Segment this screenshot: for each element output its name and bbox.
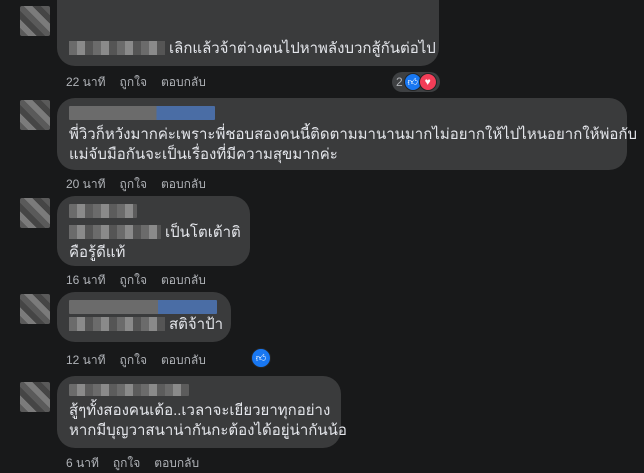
comment-bubble: สติจ้าป้า	[57, 292, 231, 342]
comment-text: เลิกแล้วจ้าต่างคนไปหาพลังบวกสู้กันต่อไป	[169, 40, 436, 57]
comment-actions: 6 นาที ถูกใจ ตอบกลับ	[66, 454, 199, 473]
love-reaction-icon: ♥	[418, 73, 437, 91]
comment-bubble: พี่วิวก็หวังมากค่ะเพราะพี่ชอบสองคนนี้ติด…	[57, 98, 637, 170]
comment-actions: 20 นาที ถูกใจ ตอบกลับ	[66, 175, 206, 194]
like-button[interactable]: ถูกใจ	[120, 271, 147, 290]
avatar[interactable]	[20, 294, 50, 324]
comment-time[interactable]: 20 นาที	[66, 175, 106, 194]
comment-text: สติจ้าป้า	[169, 316, 224, 333]
like-reaction-icon: 👍︎	[251, 348, 271, 368]
like-button[interactable]: ถูกใจ	[113, 454, 140, 473]
comment-actions: 12 นาที ถูกใจ ตอบกลับ	[66, 351, 206, 370]
mention-name-pixelated[interactable]	[69, 317, 165, 331]
reply-button[interactable]: ตอบกลับ	[154, 454, 199, 473]
avatar[interactable]	[20, 100, 50, 130]
comment-actions: 16 นาที ถูกใจ ตอบกลับ	[66, 271, 206, 290]
reply-button[interactable]: ตอบกลับ	[161, 175, 206, 194]
commenter-name-pixelated[interactable]	[69, 106, 215, 120]
like-button[interactable]: ถูกใจ	[120, 73, 147, 92]
comment-text-line-1: พี่วิวก็หวังมากค่ะเพราะพี่ชอบสองคนนี้ติด…	[69, 126, 637, 143]
comment-time[interactable]: 22 นาที	[66, 73, 106, 92]
avatar[interactable]	[20, 382, 50, 412]
avatar[interactable]	[20, 198, 50, 228]
reaction-summary[interactable]: 2 👍︎ ♥	[392, 72, 440, 92]
comment-bubble: สู้ๆทั้งสองคนเด้อ..เวลาจะเยียวยาทุกอย่าง…	[57, 376, 347, 448]
comment-time[interactable]: 12 นาที	[66, 351, 106, 370]
avatar[interactable]	[20, 6, 50, 36]
commenter-name-pixelated[interactable]	[69, 204, 137, 218]
reply-button[interactable]: ตอบกลับ	[161, 73, 206, 92]
comment-time[interactable]: 16 นาที	[66, 271, 106, 290]
reaction-summary[interactable]: 👍︎	[251, 348, 271, 368]
comment-text-line-2: แม่จับมือกันจะเป็นเรื่องที่มีความสุขมากค…	[69, 146, 338, 163]
mention-name-pixelated[interactable]	[69, 41, 165, 55]
comment-time[interactable]: 6 นาที	[66, 454, 99, 473]
reply-button[interactable]: ตอบกลับ	[161, 271, 206, 290]
reply-button[interactable]: ตอบกลับ	[161, 351, 206, 370]
reaction-count: 2	[396, 75, 403, 89]
like-button[interactable]: ถูกใจ	[120, 175, 147, 194]
comment-bubble: เป็นโตเต้าติ คือรู้ดีแท้	[57, 196, 250, 266]
comment-text-line-1: สู้ๆทั้งสองคนเด้อ..เวลาจะเยียวยาทุกอย่าง	[69, 402, 331, 419]
commenter-name-pixelated[interactable]	[69, 300, 217, 314]
mention-name-pixelated[interactable]	[69, 225, 161, 239]
comment-bubble: เลิกแล้วจ้าต่างคนไปหาพลังบวกสู้กันต่อไป	[57, 0, 439, 66]
comment-text-line-2: หากมีบุญวาสนาน่ากันกะต้องได้อยู่น่ากันน้…	[69, 422, 347, 439]
comment-text-line-1: เป็นโตเต้าติ	[165, 224, 241, 241]
like-button[interactable]: ถูกใจ	[120, 351, 147, 370]
comment-text-line-2: คือรู้ดีแท้	[69, 244, 126, 261]
commenter-name-pixelated[interactable]	[69, 384, 189, 396]
comment-actions: 22 นาที ถูกใจ ตอบกลับ	[66, 73, 206, 92]
